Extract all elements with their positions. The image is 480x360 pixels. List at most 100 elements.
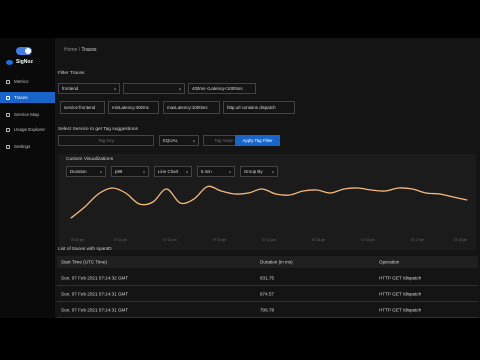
signoz-eye-icon xyxy=(6,59,13,65)
aggregation-select-value: p99 xyxy=(115,169,123,174)
data-point[interactable] xyxy=(138,203,140,205)
table-row[interactable]: Sun, 07 Feb 2021 07:14:31 GMT 874.57 HTT… xyxy=(57,287,478,302)
data-point[interactable] xyxy=(193,198,195,200)
cell-operation: HTTP GET /dispatch xyxy=(379,291,422,297)
tag-key-placeholder: Tag Key xyxy=(98,138,114,143)
series-line-duration[interactable] xyxy=(70,185,468,219)
service-select-value: frontend xyxy=(62,86,79,91)
sidebar-item-service-map[interactable]: Service Map xyxy=(0,109,55,120)
latency-filter-button[interactable]: 400ms <Latency<1000ms xyxy=(188,83,256,94)
x-tick-label: 07:16 pm xyxy=(361,238,375,242)
data-point[interactable] xyxy=(275,193,277,195)
tag-chip-min-latency[interactable]: minLatency:400ms xyxy=(108,101,159,114)
x-tick-label: 07:18 pm xyxy=(454,238,468,242)
tag-chip-label: http.url contains dispatch xyxy=(227,105,276,110)
tag-key-input[interactable]: Tag Key xyxy=(58,135,154,146)
data-point[interactable] xyxy=(370,189,372,191)
chevron-down-icon: ▾ xyxy=(185,169,188,174)
sidebar-item-label: Service Map xyxy=(14,112,40,117)
sidebar-item-metrics[interactable]: Metrics xyxy=(0,76,55,87)
group-by-select-value: Group By xyxy=(244,169,263,174)
traces-table-title: List of traces with spanID xyxy=(58,247,112,252)
table-row[interactable]: Sun, 07 Feb 2021 07:14:32 GMT 831.75 HTT… xyxy=(57,271,478,286)
tag-chip-url[interactable]: http.url contains dispatch xyxy=(223,101,295,114)
align-left-icon xyxy=(6,95,10,100)
brand-logo[interactable]: SigNoz xyxy=(6,59,33,65)
apply-tag-filter-button[interactable]: Apply Tag Filter xyxy=(235,135,280,146)
chart-type-select[interactable]: Line Chart ▾ xyxy=(154,166,192,177)
column-header-start-time[interactable]: Start Time (UTC Time) xyxy=(61,260,107,265)
metric-select-value: Duration xyxy=(70,169,87,174)
data-point[interactable] xyxy=(439,193,441,195)
sidebar-item-traces[interactable]: Traces xyxy=(0,92,55,103)
tag-chip-max-latency[interactable]: maxLatency:1000ms xyxy=(163,101,220,114)
x-tick-label: 07:12 pm xyxy=(163,238,177,242)
latency-filter-value: 400ms <Latency<1000ms xyxy=(192,86,243,91)
table-row[interactable]: Sun, 07 Feb 2021 07:14:31 GMT 706.78 HTT… xyxy=(57,303,478,318)
operator-select[interactable]: EQUAL ▾ xyxy=(159,135,199,146)
metric-select[interactable]: Duration ▾ xyxy=(66,166,106,177)
chevron-down-icon: ▾ xyxy=(113,86,116,91)
x-tick-label: 07:10 pm xyxy=(71,238,85,242)
data-point[interactable] xyxy=(466,199,468,201)
data-point[interactable] xyxy=(384,190,386,192)
x-tick-label: 07:13 pm xyxy=(213,238,227,242)
data-point[interactable] xyxy=(357,187,359,189)
chart-type-select-value: Line Chart xyxy=(158,169,179,174)
apply-tag-filter-label: Apply Tag Filter xyxy=(242,138,273,143)
breadcrumb-home[interactable]: Home xyxy=(64,47,77,53)
data-point[interactable] xyxy=(398,187,400,189)
data-point[interactable] xyxy=(97,193,99,195)
chevron-down-icon: ▾ xyxy=(142,169,145,174)
data-point[interactable] xyxy=(302,190,304,192)
line-chart-icon xyxy=(6,127,10,132)
group-by-select[interactable]: Group By ▾ xyxy=(240,166,278,177)
data-point[interactable] xyxy=(343,188,345,190)
chevron-down-icon: ▾ xyxy=(178,86,181,91)
theme-toggle[interactable] xyxy=(16,47,32,55)
column-header-duration[interactable]: Duration (in ms) xyxy=(260,260,293,265)
data-point[interactable] xyxy=(316,189,318,191)
operation-select[interactable]: ▾ xyxy=(123,83,185,94)
filter-traces-title: Filter Traces xyxy=(58,71,85,76)
x-tick-label: 07:11 pm xyxy=(114,238,127,242)
cell-duration: 706.78 xyxy=(260,307,275,313)
cell-start-time: Sun, 07 Feb 2021 07:14:31 GMT xyxy=(61,307,129,313)
data-point[interactable] xyxy=(234,193,236,195)
data-point[interactable] xyxy=(220,190,222,192)
data-point[interactable] xyxy=(152,201,154,203)
data-point[interactable] xyxy=(261,188,263,190)
cell-duration: 874.57 xyxy=(260,291,275,297)
column-header-operation[interactable]: Operation xyxy=(379,260,399,265)
aggregation-select[interactable]: p99 ▾ xyxy=(111,166,149,177)
data-point[interactable] xyxy=(111,187,113,189)
sidebar-item-label: Usage Explorer xyxy=(14,127,46,132)
data-point[interactable] xyxy=(125,192,127,194)
data-point[interactable] xyxy=(84,206,86,208)
x-tick-label: 07:14 pm xyxy=(262,238,276,242)
breadcrumb: Home / Traces xyxy=(64,47,97,53)
x-tick-label: 07:15 pm xyxy=(312,238,326,242)
service-select[interactable]: frontend ▾ xyxy=(58,83,120,94)
data-point[interactable] xyxy=(207,186,209,187)
data-point[interactable] xyxy=(179,202,181,204)
data-point[interactable] xyxy=(70,217,72,219)
data-point[interactable] xyxy=(452,196,454,198)
data-point[interactable] xyxy=(425,192,427,194)
interval-select[interactable]: 5 min ▾ xyxy=(197,166,235,177)
tag-chip-label: service:frontend xyxy=(64,105,96,110)
data-point[interactable] xyxy=(288,194,290,196)
brand-name: SigNoz xyxy=(16,59,33,65)
tag-chip-service[interactable]: service:frontend xyxy=(60,101,105,114)
data-point[interactable] xyxy=(166,188,168,190)
sidebar-item-usage-explorer[interactable]: Usage Explorer xyxy=(0,124,55,135)
chevron-down-icon: ▾ xyxy=(192,138,195,143)
chevron-down-icon: ▾ xyxy=(228,169,231,174)
duration-line-chart[interactable]: 07:10 pm 07:11 pm 07:12 pm 07:13 pm 07:14 pm… xyxy=(65,179,471,245)
data-point[interactable] xyxy=(248,192,250,194)
data-point[interactable] xyxy=(411,188,413,190)
custom-visualizations-title: Custom Visualizations xyxy=(66,157,114,162)
sidebar-item-settings[interactable]: Settings xyxy=(0,141,55,152)
tag-value-placeholder: Tag Value xyxy=(214,138,234,143)
data-point[interactable] xyxy=(329,192,331,194)
